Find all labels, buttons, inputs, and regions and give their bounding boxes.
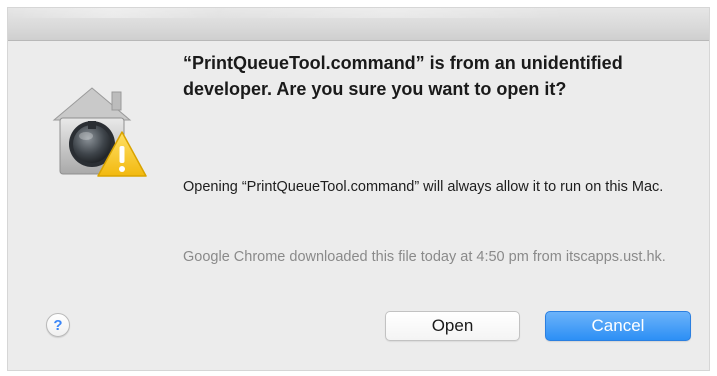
title-bar-sheen bbox=[8, 8, 709, 18]
screen: “PrintQueueTool.command” is from an unid… bbox=[0, 0, 717, 376]
help-button[interactable]: ? bbox=[46, 313, 70, 337]
help-icon: ? bbox=[53, 316, 63, 334]
title-bar[interactable] bbox=[8, 8, 709, 41]
dialog-headline: “PrintQueueTool.command” is from an unid… bbox=[183, 53, 623, 99]
dialog-body: Opening “PrintQueueTool.command” will al… bbox=[183, 179, 664, 195]
gatekeeper-dialog: “PrintQueueTool.command” is from an unid… bbox=[8, 8, 709, 370]
gatekeeper-warning-icon bbox=[52, 87, 147, 177]
cancel-button[interactable]: Cancel bbox=[545, 311, 691, 341]
dialog-source-info: Google Chrome downloaded this file today… bbox=[183, 249, 666, 265]
open-button[interactable]: Open bbox=[385, 311, 520, 341]
